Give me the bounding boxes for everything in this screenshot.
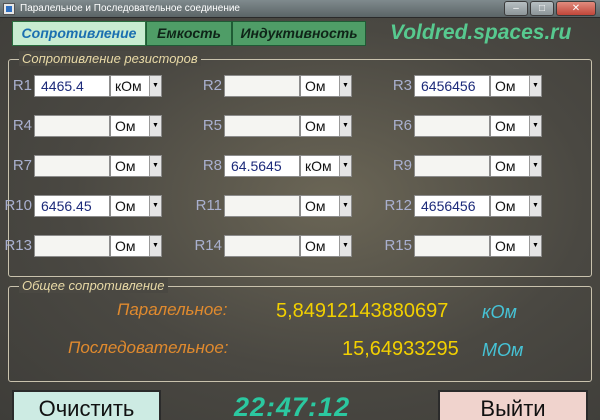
maximize-icon[interactable]: □ [530, 1, 554, 16]
unit-select-value: Ом [115, 198, 136, 214]
resistor-value-input[interactable] [224, 235, 300, 257]
total-group-title: Общее сопротивление [19, 278, 168, 293]
unit-select[interactable]: Ом ▼ [490, 75, 542, 97]
clear-button[interactable]: Очистить [12, 390, 161, 420]
resistor-label: R14 [194, 237, 222, 254]
resistor-label: R1 [12, 77, 32, 94]
resistors-group-title: Сопротивление резисторов [19, 51, 201, 66]
tab-inductance[interactable]: Индуктивность [232, 21, 366, 46]
resistor-label: R4 [12, 117, 32, 134]
dropdown-arrow-icon[interactable]: ▼ [529, 156, 541, 176]
dropdown-arrow-icon[interactable]: ▼ [529, 76, 541, 96]
close-icon[interactable]: ✕ [556, 1, 596, 16]
unit-select-value: Ом [305, 78, 326, 94]
tab-resistance[interactable]: Сопротивление [12, 21, 146, 46]
unit-select[interactable]: Ом ▼ [110, 115, 162, 137]
resistor-label: R6 [392, 117, 412, 134]
dropdown-arrow-icon[interactable]: ▼ [529, 236, 541, 256]
resistor-label: R11 [195, 197, 222, 214]
resistor-label: R7 [12, 157, 32, 174]
unit-select-value: Ом [495, 158, 516, 174]
unit-select[interactable]: Ом ▼ [110, 195, 162, 217]
unit-select[interactable]: Ом ▼ [490, 195, 542, 217]
unit-select-value: Ом [305, 238, 326, 254]
resistor-label: R9 [392, 157, 412, 174]
unit-select-value: Ом [115, 118, 136, 134]
dropdown-arrow-icon[interactable]: ▼ [149, 236, 161, 256]
minimize-icon[interactable]: – [504, 1, 528, 16]
resistor-value-input[interactable]: 64.5645 [224, 155, 300, 177]
dropdown-arrow-icon[interactable]: ▼ [149, 196, 161, 216]
resistor-value-input[interactable]: 6456.45 [34, 195, 110, 217]
unit-select-value: Ом [305, 198, 326, 214]
resistor-value-input[interactable]: 6456456 [414, 75, 490, 97]
dropdown-arrow-icon[interactable]: ▼ [339, 76, 351, 96]
unit-select[interactable]: Ом ▼ [300, 75, 352, 97]
resistor-label: R5 [202, 117, 222, 134]
unit-select[interactable]: Ом ▼ [110, 235, 162, 257]
resistor-value-input[interactable] [414, 115, 490, 137]
parallel-unit: кОм [482, 302, 517, 322]
unit-select[interactable]: Ом ▼ [490, 115, 542, 137]
resistor-value-input[interactable] [34, 115, 110, 137]
parallel-label: Паралельное: [117, 300, 228, 319]
window-controls: – □ ✕ [504, 1, 596, 16]
sequential-value: 15,64933295 [342, 338, 459, 360]
resistor-value-input[interactable] [224, 115, 300, 137]
dropdown-arrow-icon[interactable]: ▼ [339, 236, 351, 256]
resistor-label: R10 [4, 197, 32, 214]
resistor-label: R2 [202, 77, 222, 94]
sequential-label: Последовательное: [68, 338, 229, 357]
unit-select[interactable]: Ом ▼ [300, 235, 352, 257]
resistor-value-input[interactable]: 4656456 [414, 195, 490, 217]
resistor-label: R15 [384, 237, 412, 254]
resistor-label: R12 [384, 197, 412, 214]
unit-select-value: Ом [305, 118, 326, 134]
resistor-value-input[interactable] [224, 75, 300, 97]
unit-select[interactable]: Ом ▼ [490, 155, 542, 177]
resistor-value-input[interactable] [34, 235, 110, 257]
dropdown-arrow-icon[interactable]: ▼ [529, 196, 541, 216]
dropdown-arrow-icon[interactable]: ▼ [529, 116, 541, 136]
resistor-value-input[interactable] [224, 195, 300, 217]
resistor-label: R3 [392, 77, 412, 94]
unit-select-value: Ом [495, 78, 516, 94]
unit-select[interactable]: Ом ▼ [490, 235, 542, 257]
resistor-value-input[interactable] [34, 155, 110, 177]
dropdown-arrow-icon[interactable]: ▼ [149, 116, 161, 136]
main-panel: Сопротивление Емкость Индуктивность Vold… [0, 18, 600, 420]
unit-select-value: кОм [115, 78, 142, 94]
unit-select[interactable]: Ом ▼ [300, 115, 352, 137]
unit-select[interactable]: кОм ▼ [110, 75, 162, 97]
dropdown-arrow-icon[interactable]: ▼ [149, 156, 161, 176]
resistor-value-input[interactable] [414, 235, 490, 257]
dropdown-arrow-icon[interactable]: ▼ [339, 156, 351, 176]
resistor-value-input[interactable] [414, 155, 490, 177]
title-bar: Паралельное и Последовательное соединени… [0, 0, 600, 18]
tab-capacitance[interactable]: Емкость [146, 21, 232, 46]
resistor-label: R13 [4, 237, 32, 254]
dropdown-arrow-icon[interactable]: ▼ [149, 76, 161, 96]
dropdown-arrow-icon[interactable]: ▼ [339, 196, 351, 216]
unit-select-value: Ом [495, 198, 516, 214]
unit-select-value: Ом [115, 158, 136, 174]
unit-select[interactable]: Ом ▼ [110, 155, 162, 177]
unit-select[interactable]: Ом ▼ [300, 195, 352, 217]
unit-select-value: Ом [495, 238, 516, 254]
unit-select-value: Ом [495, 118, 516, 134]
brand-label: Voldred.spaces.ru [390, 21, 572, 44]
unit-select-value: кОм [305, 158, 332, 174]
unit-select-value: Ом [115, 238, 136, 254]
parallel-value: 5,84912143880697 [276, 300, 449, 322]
window-title: Паралельное и Последовательное соединени… [20, 3, 240, 14]
sequential-unit: МОм [482, 340, 524, 360]
clock-display: 22:47:12 [234, 392, 351, 420]
unit-select[interactable]: кОм ▼ [300, 155, 352, 177]
exit-button[interactable]: Выйти [438, 390, 588, 420]
resistor-label: R8 [202, 157, 222, 174]
resistor-value-input[interactable]: 4465.4 [34, 75, 110, 97]
dropdown-arrow-icon[interactable]: ▼ [339, 116, 351, 136]
app-icon [3, 3, 15, 15]
